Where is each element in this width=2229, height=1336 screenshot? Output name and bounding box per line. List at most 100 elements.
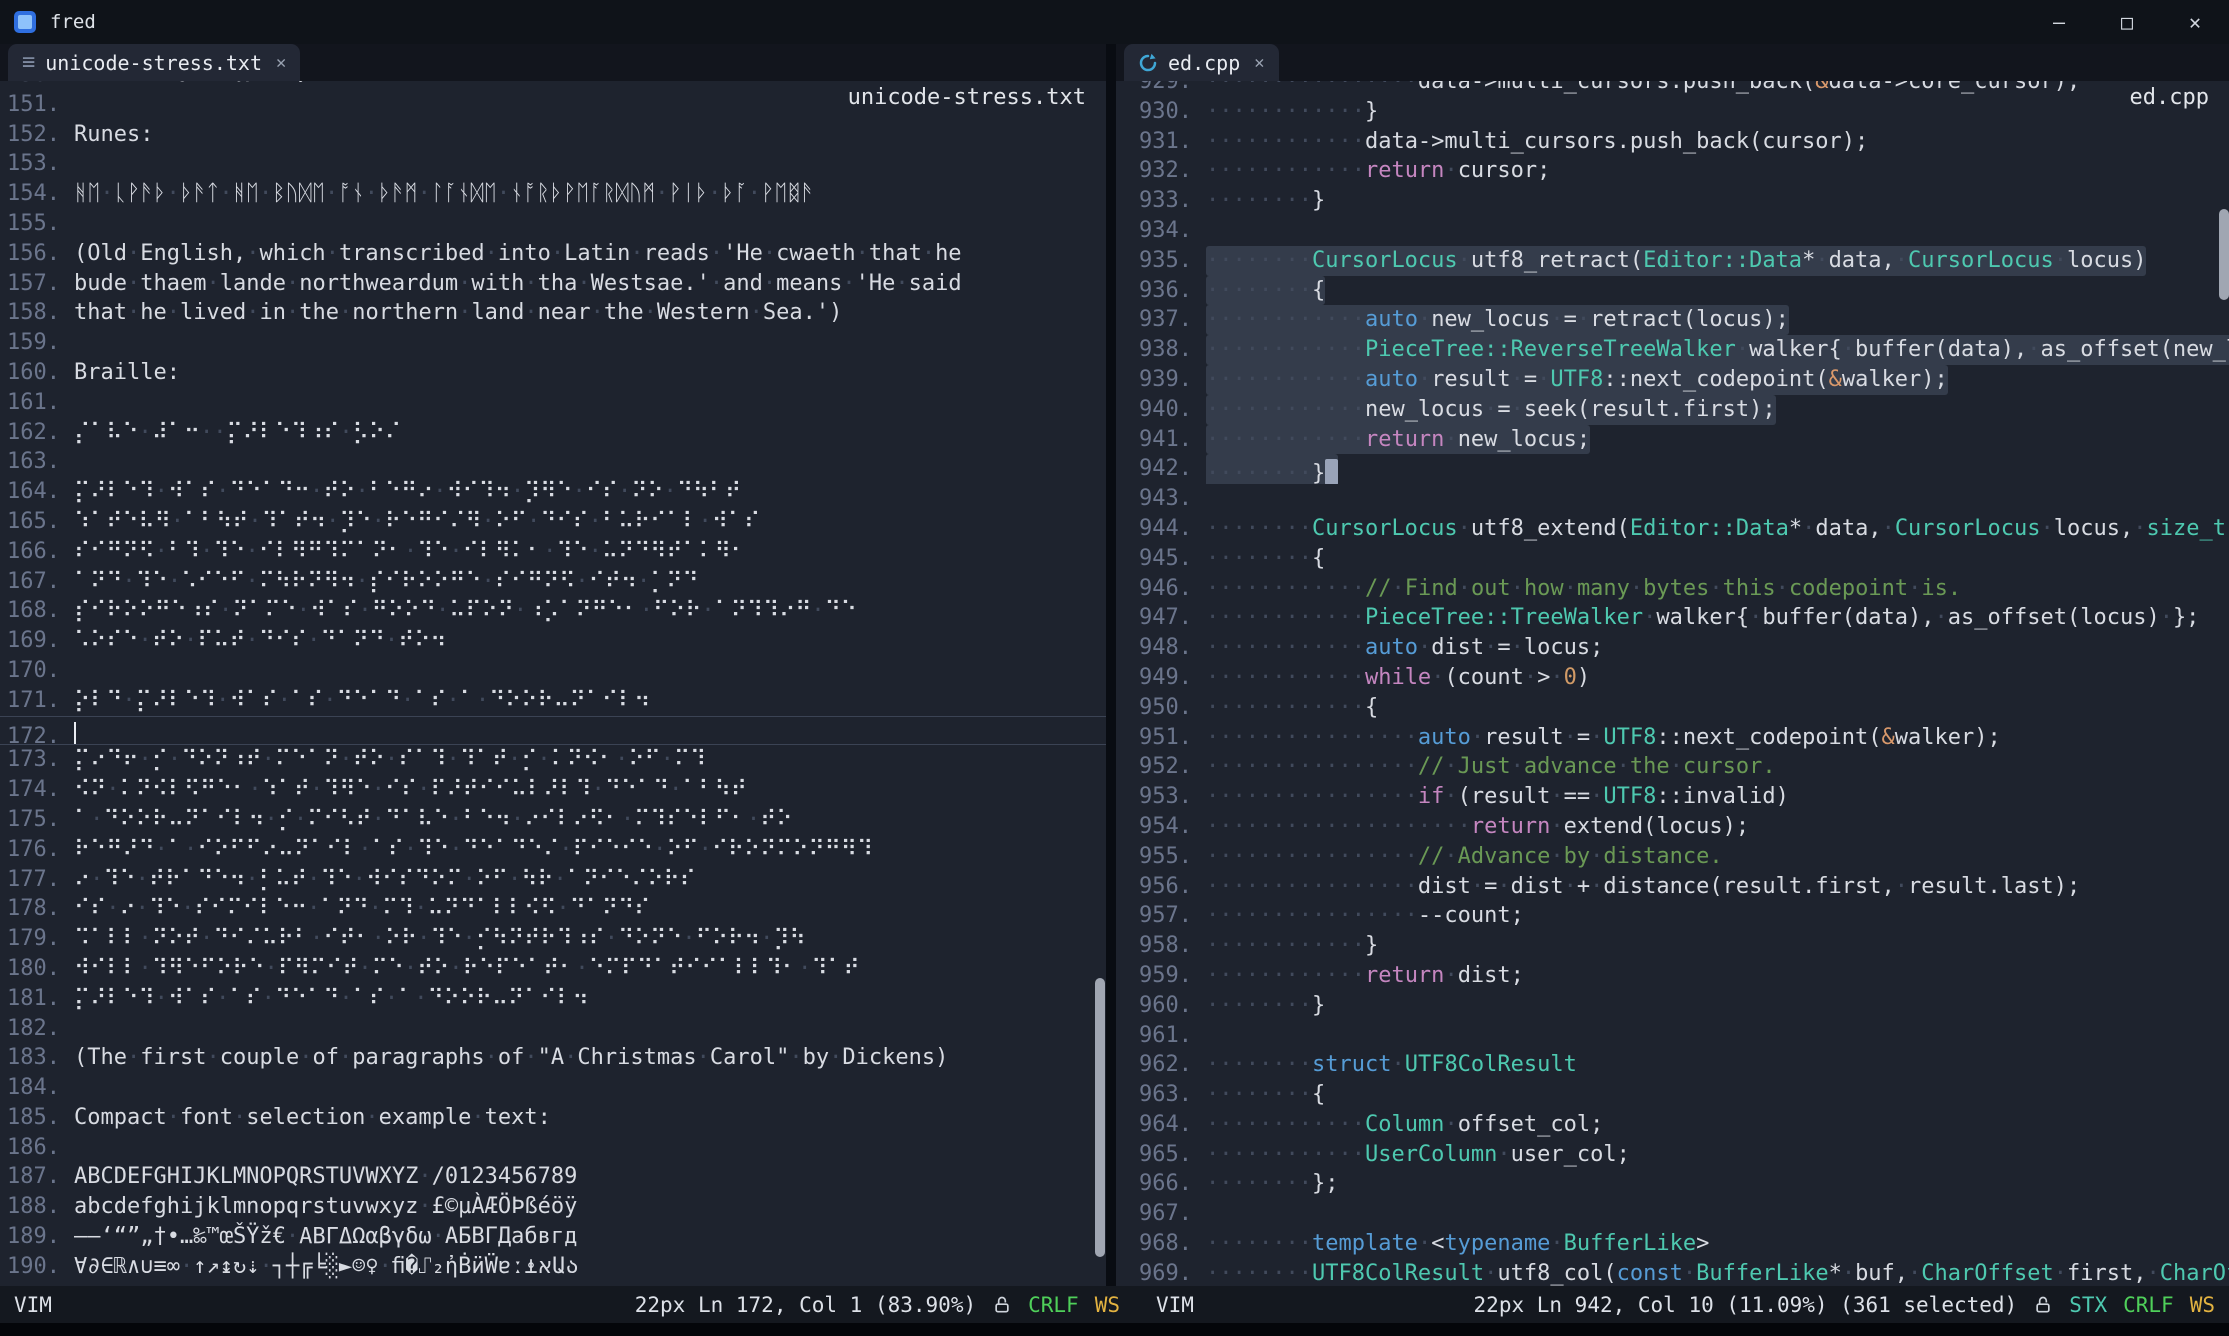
code-line[interactable]: 152.Runes:: [0, 120, 1106, 150]
code-line[interactable]: 177.⠔·⠹⠑·⠞⠗⠁⠙⠑⠲·⡃⠥⠞·⠹⠑·⠺⠊⠎⠙⠕⠍·⠕⠋·⠳⠗·⠁⠝⠊⠑…: [0, 865, 1106, 895]
encoding-indicator[interactable]: STX: [2069, 1293, 2107, 1317]
code-line[interactable]: 937.············auto·new_locus·=·retract…: [1116, 305, 2229, 335]
whitespace-indicator[interactable]: WS: [2190, 1293, 2215, 1317]
code-line[interactable]: 929.················data->multi_cursors.…: [1116, 81, 2229, 97]
code-line[interactable]: 946.············//·Find·out·how·many·byt…: [1116, 574, 2229, 604]
code-line[interactable]: 966.········};: [1116, 1169, 2229, 1199]
code-line[interactable]: 934.: [1116, 216, 2229, 246]
close-icon[interactable]: ✕: [276, 53, 286, 73]
tab-unicode-stress-txt[interactable]: ≡ unicode-stress.txt ✕: [8, 44, 300, 81]
right-scrollbar-thumb[interactable]: [2219, 209, 2229, 300]
code-line[interactable]: 155.: [0, 209, 1106, 239]
code-line[interactable]: 189.–—‘“”„†•…‰™œŠŸž€·ΑΒΓΔΩαβγδω·АБВГДабв…: [0, 1222, 1106, 1252]
code-line[interactable]: 167.⠁⠝⠙·⠹⠑·⠡⠊⠑⠋·⠍⠳⠗⠝⠻⠲·⡎⠊⠗⠕⠕⠛⠑·⠎⠊⠛⠝⠫·⠊⠞⠲…: [0, 567, 1106, 597]
code-line[interactable]: 168.⡎⠊⠗⠕⠕⠛⠑⠰⠎·⠝⠁⠍⠑·⠺⠁⠎·⠛⠕⠕⠙·⠥⠏⠕⠝·⠰⡡⠁⠝⠛⠑⠂…: [0, 596, 1106, 626]
code-line[interactable]: 961.: [1116, 1021, 2229, 1051]
right-editor[interactable]: 929.················data->multi_cursors.…: [1116, 81, 2229, 1286]
code-line[interactable]: 954.····················return·extend(lo…: [1116, 812, 2229, 842]
code-line[interactable]: 183.(The·first·couple·of·paragraphs·of·"…: [0, 1043, 1106, 1073]
whitespace-indicator[interactable]: WS: [1095, 1293, 1120, 1317]
code-line[interactable]: 936.········{: [1116, 276, 2229, 306]
code-line[interactable]: 938.············PieceTree::ReverseTreeWa…: [1116, 335, 2229, 365]
code-line[interactable]: 187.ABCDEFGHIJKLMNOPQRSTUVWXYZ·/01234567…: [0, 1162, 1106, 1192]
code-line[interactable]: 182.: [0, 1014, 1106, 1044]
code-line[interactable]: 184.: [0, 1073, 1106, 1103]
lock-icon[interactable]: [992, 1294, 1012, 1316]
code-line[interactable]: 185.Compact·font·selection·example·text:: [0, 1103, 1106, 1133]
close-button[interactable]: ✕: [2161, 0, 2229, 44]
code-line[interactable]: 165.⠱⠁⠞⠑⠧⠻·⠁⠃⠳⠞·⠹⠁⠞⠲·⡹⠑·⠗⠑⠛⠊⠌⠻·⠕⠋·⠙⠊⠎·⠃⠥…: [0, 507, 1106, 537]
close-icon[interactable]: ✕: [1254, 53, 1264, 73]
code-line[interactable]: 159.: [0, 328, 1106, 358]
code-line[interactable]: 956.················dist·=·dist·+·distan…: [1116, 872, 2229, 902]
eol-indicator[interactable]: CRLF: [2123, 1293, 2174, 1317]
code-line[interactable]: 181.⡍⠜⠇⠑⠹·⠺⠁⠎·⠁⠎·⠙⠑⠁⠙·⠁⠎·⠁·⠙⠕⠕⠗⠤⠝⠁⠊⠇⠲: [0, 984, 1106, 1014]
code-line[interactable]: 964.············Column·offset_col;: [1116, 1110, 2229, 1140]
code-line[interactable]: 188.abcdefghijklmnopqrstuvwxyz·£©µÀÆÖÞßé…: [0, 1192, 1106, 1222]
code-line[interactable]: 955.················//·Advance·by·distan…: [1116, 842, 2229, 872]
code-line[interactable]: 943.: [1116, 484, 2229, 514]
code-line[interactable]: 169.⠡⠕⠎⠑·⠞⠕·⠏⠥⠞·⠙⠊⠎·⠙⠁⠝⠙·⠞⠕⠲: [0, 626, 1106, 656]
code-line[interactable]: 932.············return·cursor;: [1116, 156, 2229, 186]
code-line[interactable]: 945.········{: [1116, 544, 2229, 574]
code-line[interactable]: 166.⠎⠊⠛⠝⠫·⠃⠹·⠹⠑·⠊⠇⠻⠛⠹⠍⠁⠝⠂·⠹⠑·⠊⠇⠻⠅⠂·⠹⠑·⠥⠝…: [0, 537, 1106, 567]
code-line[interactable]: 957.················--count;: [1116, 901, 2229, 931]
code-line[interactable]: 162.⡌⠁⠧⠑·⠼⠁⠒··⡍⠜⠇⠑⠹⠰⠎·⡣⠕⠌: [0, 418, 1106, 448]
code-line[interactable]: 173.⡍⠔⠙⠖·⡊·⠙⠕⠝⠰⠞·⠍⠑⠁⠝·⠞⠕·⠎⠁⠹·⠹⠁⠞·⡊·⠅⠝⠪⠂·…: [0, 745, 1106, 775]
code-line[interactable]: 178.⠊⠎·⠔·⠹⠑·⠎⠊⠍⠊⠇⠑⠒·⠁⠝⠙·⠍⠹·⠥⠝⠙⠁⠇⠇⠪⠫·⠙⠁⠝⠙…: [0, 894, 1106, 924]
code-line[interactable]: 968.········template·<typename·BufferLik…: [1116, 1229, 2229, 1259]
code-line[interactable]: 960.········}: [1116, 991, 2229, 1021]
line-number: 174.: [0, 775, 60, 805]
code-line[interactable]: 153.: [0, 149, 1106, 179]
code-line[interactable]: 953.················if·(result·==·UTF8::…: [1116, 782, 2229, 812]
lock-icon[interactable]: [2033, 1294, 2053, 1316]
code-line[interactable]: 156.(Old·English,·which·transcribed·into…: [0, 239, 1106, 269]
code-line[interactable]: 942.········}: [1116, 454, 2229, 484]
code-line[interactable]: 164.⡍⠜⠇⠑⠹·⠺⠁⠎·⠙⠑⠁⠙⠒·⠞⠕·⠃⠑⠛⠔·⠺⠊⠹⠲·⡹⠻⠑·⠊⠎·…: [0, 477, 1106, 507]
code-line[interactable]: 171.⡕⠇⠙·⡍⠜⠇⠑⠹·⠺⠁⠎·⠁⠎·⠙⠑⠁⠙·⠁⠎·⠁·⠙⠕⠕⠗⠤⠝⠁⠊⠇…: [0, 686, 1106, 716]
code-line[interactable]: 158.that·he·lived·in·the·northern·land·n…: [0, 298, 1106, 328]
code-line[interactable]: 949.············while·(count·>·0): [1116, 663, 2229, 693]
code-line[interactable]: 944.········CursorLocus·utf8_extend(Edit…: [1116, 514, 2229, 544]
code-line[interactable]: 963.········{: [1116, 1080, 2229, 1110]
code-line[interactable]: 186.: [0, 1133, 1106, 1163]
code-line[interactable]: 931.············data->multi_cursors.push…: [1116, 127, 2229, 157]
code-line[interactable]: 959.············return·dist;: [1116, 961, 2229, 991]
code-line[interactable]: 176.⠗⠑⠛⠜⠙·⠁·⠊⠕⠋⠋⠔⠤⠝⠁⠊⠇·⠁⠎·⠹⠑·⠙⠑⠁⠙⠑⠌·⠏⠊⠑⠊…: [0, 835, 1106, 865]
code-line[interactable]: 951.················auto·result·=·UTF8::…: [1116, 723, 2229, 753]
code-line[interactable]: 958.············}: [1116, 931, 2229, 961]
code-line[interactable]: 163.: [0, 447, 1106, 477]
code-line[interactable]: 190.∀∂∈ℝ∧∪≡∞·↑↗↨↻⇣·┐┼╔╘░►☺♀·ﬁ�⑀₂ἠḂӥẄɐː⍎א…: [0, 1252, 1106, 1282]
code-line[interactable]: 180.⠺⠊⠇⠇·⠹⠻⠑⠋⠕⠗⠑·⠏⠻⠍⠊⠞·⠍⠑·⠞⠕·⠗⠑⠏⠑⠁⠞⠂·⠑⠍⠏…: [0, 954, 1106, 984]
code-line[interactable]: 172.: [0, 716, 1106, 746]
code-line[interactable]: 947.············PieceTree::TreeWalker·wa…: [1116, 603, 2229, 633]
left-scrollbar-thumb[interactable]: [1095, 978, 1105, 1257]
code-line[interactable]: 154.ᚻᛖ·ᚳᚹᚫᚦ·ᚦᚫᛏ·ᚻᛖ·ᛒᚢᛞᛖ·ᚩᚾ·ᚦᚫᛗ·ᛚᚪᚾᛞᛖ·ᚾᚩᚱ…: [0, 179, 1106, 209]
code-line[interactable]: 935.········CursorLocus·utf8_retract(Edi…: [1116, 246, 2229, 276]
code-line[interactable]: 174.⠪⠝·⠅⠝⠪⠇⠫⠛⠑⠂·⠱⠁⠞·⠹⠻⠑·⠊⠎·⠏⠜⠞⠊⠊⠥⠇⠜⠇⠹·⠙⠑…: [0, 775, 1106, 805]
eol-indicator[interactable]: CRLF: [1028, 1293, 1079, 1317]
code-line[interactable]: 948.············auto·dist·=·locus;: [1116, 633, 2229, 663]
code-line[interactable]: 967.: [1116, 1199, 2229, 1229]
code-line[interactable]: 965.············UserColumn·user_col;: [1116, 1140, 2229, 1170]
pane-divider[interactable]: [1106, 44, 1116, 1286]
maximize-button[interactable]: □: [2093, 0, 2161, 44]
code-line[interactable]: 969.········UTF8ColResult·utf8_col(const…: [1116, 1259, 2229, 1286]
code-line[interactable]: 939.············auto·result·=·UTF8::next…: [1116, 365, 2229, 395]
code-line[interactable]: 175.⠁·⠙⠕⠕⠗⠤⠝⠁⠊⠇⠲·⡊·⠍⠊⠣⠞·⠙⠁⠧⠑·⠃⠑⠲·⠔⠊⠇⠔⠫⠂·…: [0, 805, 1106, 835]
code-line[interactable]: 962.········struct·UTF8ColResult: [1116, 1050, 2229, 1080]
code-line[interactable]: 157.bude·thaem·lande·northweardum·with·t…: [0, 269, 1106, 299]
code-line[interactable]: 952.················//·Just·advance·the·…: [1116, 752, 2229, 782]
code-line[interactable]: 940.············new_locus·=·seek(result.…: [1116, 395, 2229, 425]
tab-ed-cpp[interactable]: ed.cpp ✕: [1124, 44, 1279, 81]
code-line[interactable]: 930.············}: [1116, 97, 2229, 127]
code-line[interactable]: 941.············return·new_locus;: [1116, 425, 2229, 455]
code-line[interactable]: 170.: [0, 656, 1106, 686]
code-line[interactable]: 179.⠩⠁⠇⠇·⠝⠕⠞·⠙⠊⠌⠥⠗⠃·⠊⠞⠂·⠕⠗·⠹⠑·⡊⠳⠝⠞⠗⠹⠰⠎·⠙…: [0, 924, 1106, 954]
left-editor[interactable]: 150.እግርህን·በፍራሽህ·ልክ·ዘርጋ።151.152.Runes:153…: [0, 81, 1106, 1286]
code-line[interactable]: 161.: [0, 388, 1106, 418]
code-line[interactable]: 933.········}: [1116, 186, 2229, 216]
code-line[interactable]: 950.············{: [1116, 693, 2229, 723]
minimize-button[interactable]: –: [2025, 0, 2093, 44]
code-line[interactable]: 160.Braille:: [0, 358, 1106, 388]
